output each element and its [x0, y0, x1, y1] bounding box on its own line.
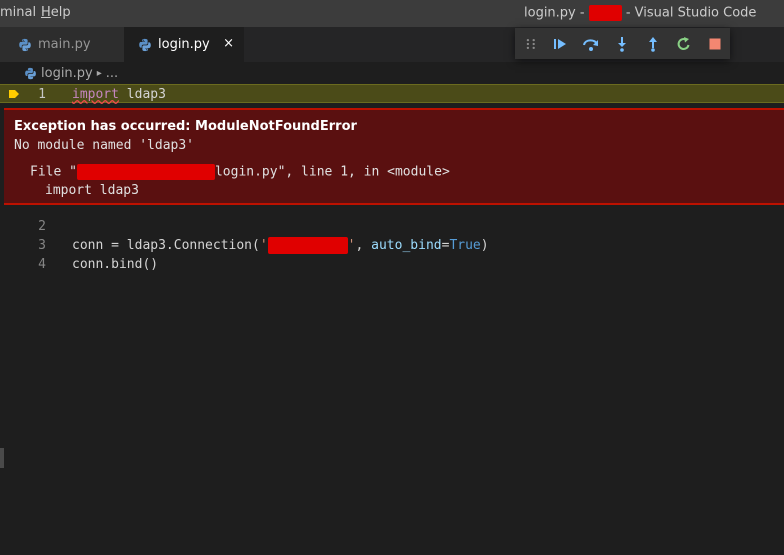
- step-over-icon: [582, 38, 598, 51]
- exception-widget: Exception has occurred: ModuleNotFoundEr…: [4, 108, 784, 205]
- code-text: conn = ldap3.Connection(' ', auto_bind=Tr…: [72, 236, 489, 255]
- step-out-button[interactable]: [637, 28, 668, 59]
- debug-toolbar: [515, 28, 730, 59]
- exception-title: Exception has occurred: ModuleNotFoundEr…: [14, 119, 357, 134]
- python-file-icon: [25, 67, 36, 79]
- tab-close-button[interactable]: ×: [223, 36, 234, 51]
- python-file-icon: [139, 38, 151, 51]
- module-name: ldap3: [118, 87, 166, 102]
- breadcrumb: login.py ▸ ...: [0, 62, 784, 84]
- menu-help-label: elp: [50, 5, 71, 20]
- redaction-mark: [76, 164, 215, 180]
- string-quote: ': [347, 238, 356, 253]
- redaction-mark: [588, 5, 622, 21]
- exception-trace: File " login.py", line 1, in <module>: [30, 164, 450, 180]
- const-true: True: [449, 238, 481, 253]
- code-line-2[interactable]: 2: [0, 217, 784, 236]
- menu-help-mnemonic: H: [41, 5, 51, 20]
- scrollbar-marker[interactable]: [0, 448, 4, 468]
- code-paren: ): [480, 238, 489, 253]
- keyword-import: import: [72, 87, 119, 102]
- code-line-3[interactable]: 3 conn = ldap3.Connection(' ', auto_bind=…: [0, 236, 784, 255]
- continue-button[interactable]: [545, 28, 576, 59]
- menu-terminal-label: minal: [0, 5, 37, 20]
- tab-main-py-label: main.py: [38, 37, 91, 52]
- string-quote: ': [259, 238, 268, 253]
- tab-main-py[interactable]: main.py: [0, 27, 124, 62]
- restart-button[interactable]: [668, 28, 699, 59]
- code-editor[interactable]: 1 import ldap3 Exception has occurred: M…: [0, 84, 784, 555]
- code-text: conn.bind(): [72, 257, 159, 272]
- trace-code: import ldap3: [45, 183, 139, 198]
- step-into-button[interactable]: [606, 28, 637, 59]
- window-title-app: - Visual Studio Code: [621, 5, 757, 21]
- code-line-1[interactable]: 1 import ldap3: [0, 84, 784, 103]
- line-number: 2: [38, 219, 46, 234]
- code-text: import ldap3: [72, 85, 166, 104]
- debug-current-line-icon: [9, 90, 19, 98]
- drag-grip-icon[interactable]: [525, 37, 537, 51]
- breadcrumb-symbols[interactable]: ...: [106, 66, 118, 81]
- step-over-button[interactable]: [576, 28, 607, 59]
- window-title: login.py - - Visual Studio Code: [524, 5, 756, 21]
- tab-login-py[interactable]: login.py ×: [124, 27, 244, 62]
- window-title-file: login.py -: [524, 5, 589, 21]
- line-number: 3: [38, 238, 46, 253]
- menu-terminal[interactable]: minal: [0, 5, 36, 20]
- step-into-icon: [617, 36, 626, 52]
- code-call: conn = ldap3.Connection(: [72, 238, 260, 253]
- exception-message: No module named 'ldap3': [14, 138, 195, 153]
- line-number: 4: [38, 257, 46, 272]
- line-number: 1: [38, 87, 46, 102]
- trace-prefix: File ": [30, 164, 77, 180]
- menu-help[interactable]: Help: [41, 5, 71, 20]
- stop-icon: [709, 38, 721, 49]
- continue-icon: [554, 38, 567, 49]
- code-comma: ,: [355, 238, 372, 253]
- stop-button[interactable]: [699, 28, 730, 59]
- trace-location: login.py", line 1, in <module>: [214, 164, 450, 180]
- python-file-icon: [19, 38, 31, 51]
- step-out-icon: [648, 36, 657, 52]
- tab-login-py-label: login.py: [158, 37, 210, 52]
- breadcrumb-file[interactable]: login.py: [41, 66, 93, 81]
- restart-icon: [677, 36, 690, 50]
- code-line-4[interactable]: 4 conn.bind(): [0, 255, 784, 274]
- param-auto-bind: auto_bind: [371, 238, 442, 253]
- title-bar: minal Help login.py - - Visual Studio Co…: [0, 0, 784, 27]
- redaction-mark: [267, 237, 348, 254]
- chevron-right-icon: ▸: [96, 67, 102, 79]
